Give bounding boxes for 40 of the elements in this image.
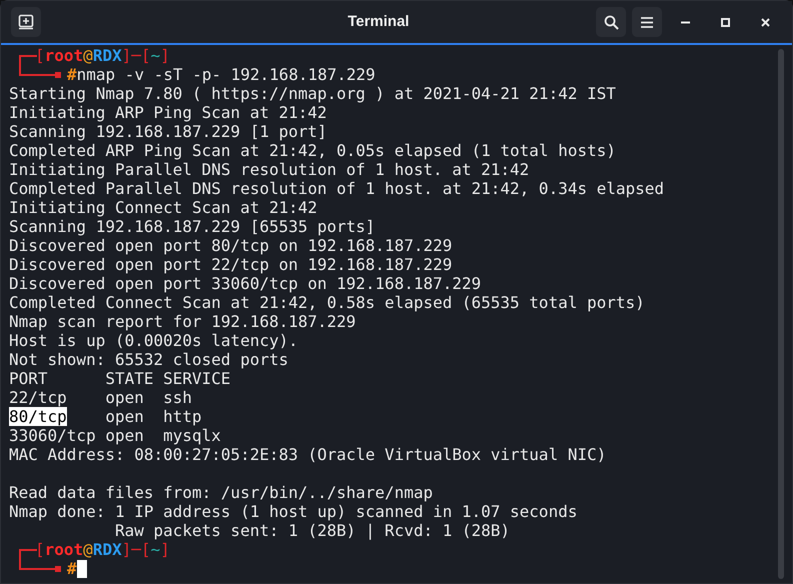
output-line: Nmap done: 1 IP address (1 host up) scanned in 1.07 seconds (9, 502, 578, 521)
output-line: Raw packets sent: 1 (28B) | Rcvd: 1 (28B) (114, 521, 510, 540)
output-line: Scanning 192.168.187.229 [1 port] (9, 122, 327, 141)
output-line: 33060/tcp open mysqlx (9, 426, 221, 445)
new-tab-button[interactable] (11, 7, 41, 37)
prompt-symbol: # (67, 65, 77, 84)
output-line: Discovered open port 22/tcp on 192.168.187.229 (9, 255, 452, 274)
close-icon (760, 18, 770, 26)
prompt-symbol: # (67, 559, 77, 578)
output-line: MAC Address: 08:00:27:05:2E:83 (Oracle VirtualBox virtual NIC) (9, 445, 606, 464)
prompt-line: [root@RDX]─[~] (35, 540, 170, 559)
output-line: Read data files from: /usr/bin/../share/nmap (9, 483, 433, 502)
output-line: open http (104, 407, 202, 426)
output-line: Completed Parallel DNS resolution of 1 host. at 21:42, 0.34s elapsed (9, 179, 664, 198)
output-line: Initiating Connect Scan at 21:42 (9, 198, 318, 217)
output-line: 22/tcp open ssh (9, 388, 192, 407)
output-line: Completed ARP Ping Scan at 21:42, 0.05s elapsed (1 total hosts) (9, 141, 616, 160)
output-line: Initiating ARP Ping Scan at 21:42 (9, 103, 327, 122)
selected-text: 80/tcp (9, 407, 67, 426)
output-line: Completed Connect Scan at 21:42, 0.58s elapsed (65535 total ports) (9, 293, 645, 312)
window-title: Terminal (348, 12, 410, 32)
output-line: Starting Nmap 7.80 ( https://nmap.org ) at 2021-04-21 21:42 IST (9, 84, 616, 103)
output-line: Initiating Parallel DNS resolution of 1 host. at 21:42 (9, 160, 530, 179)
output-line: Nmap scan report for 192.168.187.229 (9, 312, 356, 331)
search-button[interactable] (596, 7, 626, 37)
menu-icon (641, 16, 653, 28)
output-line: Host is up (0.00020s latency). (9, 331, 298, 350)
menu-button[interactable] (632, 7, 662, 37)
scrollbar[interactable] (778, 49, 784, 579)
output-line: Discovered open port 33060/tcp on 192.168.187.229 (9, 274, 482, 293)
command-text: nmap -v -sT -p- 192.168.187.229 (76, 65, 376, 84)
new-tab-icon (18, 14, 34, 30)
prompt-line: [root@RDX]─[~] (35, 46, 170, 65)
output-line: Not shown: 65532 closed ports (9, 350, 288, 369)
maximize-icon (720, 18, 730, 26)
minimize-icon (680, 20, 690, 24)
search-icon (604, 14, 618, 30)
output-line: Scanning 192.168.187.229 [65535 ports] (9, 217, 376, 236)
output-line: Discovered open port 80/tcp on 192.168.187.229 (9, 236, 452, 255)
output-line: PORT STATE SERVICE (9, 369, 231, 388)
